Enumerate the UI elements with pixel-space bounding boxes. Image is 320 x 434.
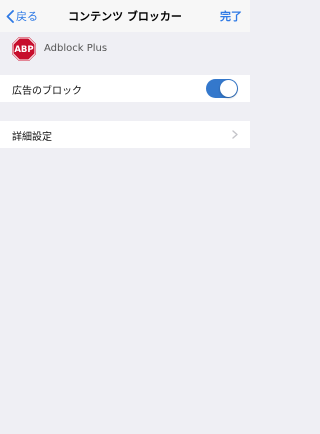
toggle-knob — [220, 80, 237, 97]
page-title: コンテンツ ブロッカー — [68, 10, 182, 23]
done-button[interactable]: 完了 — [220, 8, 242, 24]
block-ads-row: 広告のブロック — [0, 75, 250, 102]
block-ads-toggle[interactable] — [206, 79, 238, 98]
block-ads-label: 広告のブロック — [12, 86, 82, 97]
abp-logo-text: ABP — [14, 45, 33, 55]
advanced-settings-row[interactable]: 詳細設定 — [0, 121, 250, 148]
app-name: Adblock Plus — [44, 43, 108, 54]
chevron-right-icon — [232, 130, 238, 139]
advanced-settings-label: 詳細設定 — [12, 132, 52, 143]
abp-logo-icon: ABP — [12, 37, 36, 61]
app-header: ABP Adblock Plus — [0, 32, 250, 68]
navigation-bar: 戻る コンテンツ ブロッカー 完了 — [0, 0, 250, 32]
